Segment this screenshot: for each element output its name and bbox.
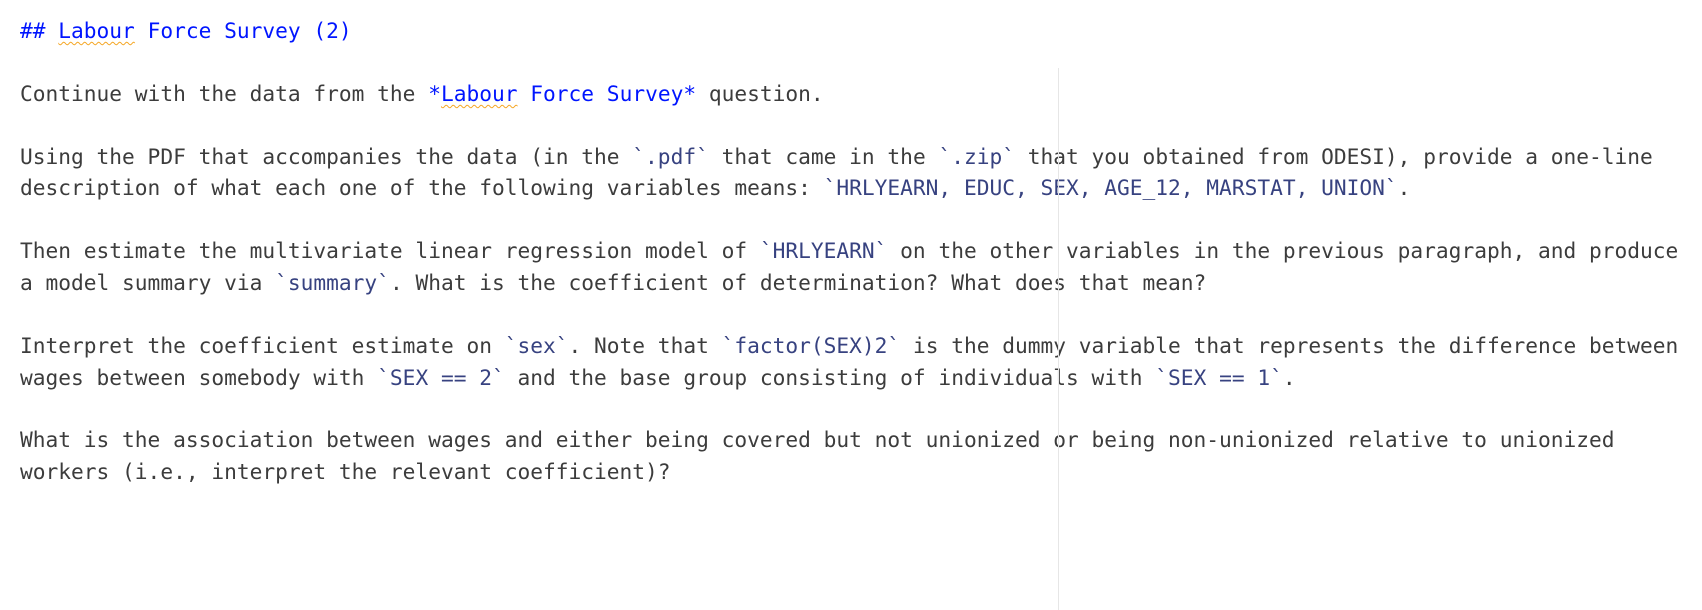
paragraph-3: Then estimate the multivariate linear re… [20,235,1682,299]
p2-text-a: Using the PDF that accompanies the data … [20,144,632,169]
p2-code-varlist: `HRLYEARN, EDUC, SEX, AGE_12, MARSTAT, U… [824,175,1398,200]
p4-text-d: and the base group consisting of individ… [505,365,1156,390]
heading-rest: Force Survey (2) [135,18,352,43]
paragraph-1: Continue with the data from the *Labour … [20,78,1682,110]
paragraph-2: Using the PDF that accompanies the data … [20,141,1682,205]
p2-text-b: that came in the [709,144,939,169]
p2-code-pdf: `.pdf` [632,144,709,169]
p4-code-sex1: `SEX == 1` [1155,365,1283,390]
p3-text-c: . What is the coefficient of determinati… [390,270,1206,295]
p4-text-b: . Note that [569,333,722,358]
p5-text-a: What is the association between wages an… [20,427,1615,484]
document-body: ## Labour Force Survey (2) Continue with… [0,0,1702,539]
p1-text-b: question. [696,81,824,106]
paragraph-5: What is the association between wages an… [20,424,1682,488]
p1-link-star1: * [428,81,441,106]
p3-text-a: Then estimate the multivariate linear re… [20,238,760,263]
p4-text-a: Interpret the coefficient estimate on [20,333,505,358]
p2-text-d: . [1398,175,1411,200]
p4-code-sex2: `SEX == 2` [377,365,505,390]
p1-text-a: Continue with the data from the [20,81,428,106]
p4-code-factorsex2: `factor(SEX)2` [722,333,901,358]
paragraph-4: Interpret the coefficient estimate on `s… [20,330,1682,394]
p1-link-rest: Force Survey* [518,81,697,106]
p3-code-hrlyearn: `HRLYEARN` [760,238,888,263]
heading-prefix: ## [20,18,58,43]
heading-line: ## Labour Force Survey (2) [20,15,1682,47]
p4-text-e: . [1283,365,1296,390]
p4-code-sex: `sex` [505,333,569,358]
labour-force-survey-link[interactable]: *Labour Force Survey* [428,81,696,106]
p3-code-summary: `summary` [275,270,390,295]
p1-link-word: Labour [441,81,518,106]
p2-code-zip: `.zip` [938,144,1015,169]
heading-word-labour: Labour [58,18,135,43]
